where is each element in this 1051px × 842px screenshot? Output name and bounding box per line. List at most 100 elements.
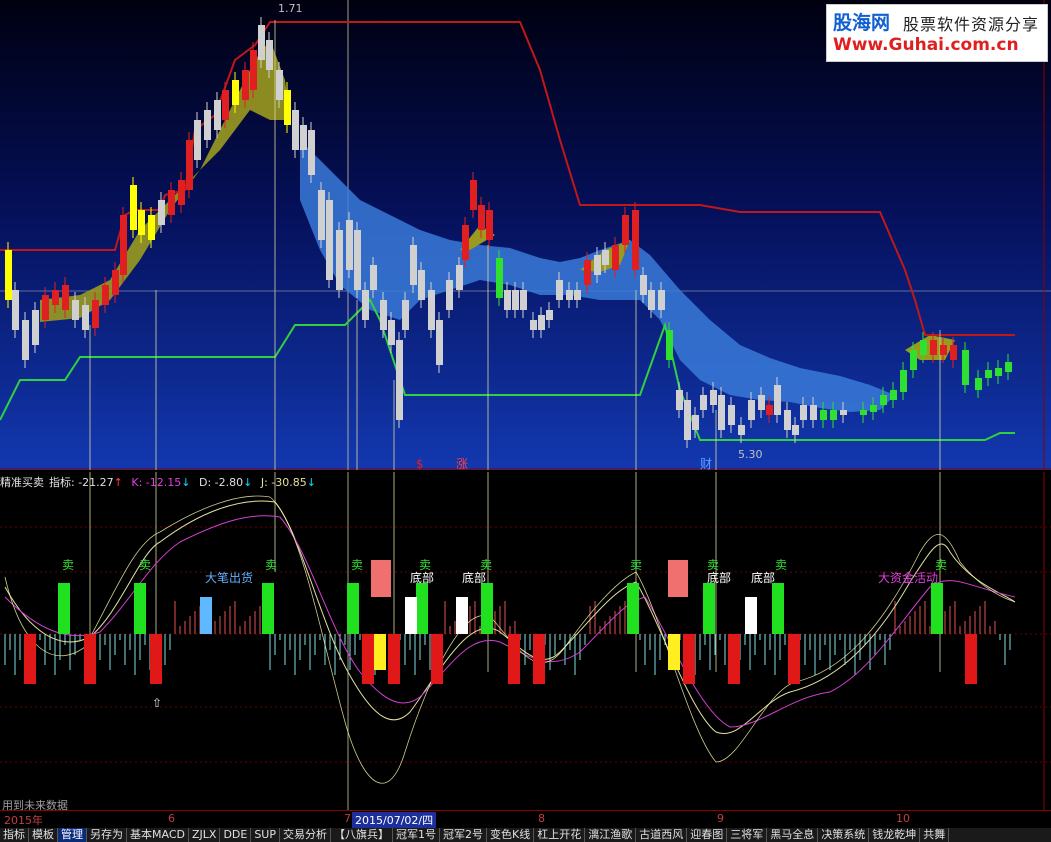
indicator-j: J: -30.85 — [260, 476, 307, 489]
big-selloff-label: 大笔出货 — [205, 570, 253, 585]
candle — [362, 290, 369, 320]
candle — [120, 215, 127, 275]
tab-16[interactable]: 迎春图 — [687, 828, 728, 842]
tab-7[interactable]: SUP — [251, 828, 280, 842]
signal-block — [262, 583, 274, 634]
tab-10[interactable]: 冠军1号 — [393, 828, 440, 842]
candle — [82, 305, 89, 330]
tab-8[interactable]: 交易分析 — [280, 828, 331, 842]
tab-12[interactable]: 变色K线 — [487, 828, 535, 842]
year-label: 2015年 — [4, 814, 43, 827]
sell-label-10: 卖 — [935, 558, 947, 572]
candle — [292, 110, 299, 150]
month-8: 8 — [538, 812, 545, 825]
tab-19[interactable]: 决策系统 — [818, 828, 870, 842]
candle — [556, 280, 563, 300]
tab-21[interactable]: 共舞 — [920, 828, 950, 842]
tab-3[interactable]: 另存为 — [87, 828, 127, 842]
indicator-header: 精准买卖 指标: -21.27↑ K: -12.15↓ D: -2.80↓ J: … — [0, 474, 321, 489]
candle — [718, 395, 725, 430]
candle — [840, 410, 847, 415]
candle — [396, 340, 403, 420]
tab-14[interactable]: 漓江渔歌 — [585, 828, 637, 842]
bottom-label-2: 底部 — [462, 570, 486, 585]
candle — [910, 350, 917, 370]
candle — [602, 250, 609, 265]
candle — [692, 415, 699, 430]
signal-block — [347, 583, 359, 634]
signal-block — [362, 634, 374, 684]
sell-label-1: 卖 — [62, 558, 74, 572]
candle — [92, 300, 99, 328]
signal-block — [728, 634, 740, 684]
candle — [774, 385, 781, 415]
candle — [676, 390, 683, 410]
bottom-label-4: 底部 — [751, 570, 775, 585]
signal-block — [481, 583, 493, 634]
cursor-date: 2015/07/02/四 — [352, 812, 437, 828]
candle — [504, 290, 511, 310]
signal-block — [371, 560, 391, 597]
candle — [640, 275, 647, 295]
candle — [574, 290, 581, 300]
sell-label-6: 卖 — [480, 558, 492, 572]
candle — [204, 110, 211, 140]
price-chart[interactable]: 1.71 5.30 $ 涨 财 — [0, 0, 1051, 470]
tab-20[interactable]: 钱龙乾坤 — [869, 828, 921, 842]
indicator-d: D: -2.80 — [199, 476, 244, 489]
signal-block — [931, 583, 943, 634]
month-10: 10 — [896, 812, 910, 825]
candle — [1005, 362, 1012, 372]
candle — [820, 410, 827, 420]
signal-block — [374, 634, 386, 670]
tab-5[interactable]: ZJLX — [189, 828, 221, 842]
tab-0[interactable]: 指标 — [0, 828, 29, 842]
candle — [410, 245, 417, 285]
candle — [478, 205, 485, 230]
down-arrow-icon: ↓ — [306, 476, 316, 489]
low-label: 5.30 — [738, 448, 763, 461]
candle — [748, 400, 755, 420]
up-arrow-icon: ⇧ — [152, 696, 162, 710]
month-7: 7 — [344, 812, 351, 825]
candle — [880, 395, 887, 405]
signal-block — [683, 634, 695, 684]
tab-15[interactable]: 古道西风 — [636, 828, 688, 842]
candle — [158, 200, 165, 225]
tab-11[interactable]: 冠军2号 — [440, 828, 487, 842]
signal-block — [58, 583, 70, 634]
tab-6[interactable]: DDE — [220, 828, 252, 842]
marker-zhang: 涨 — [456, 456, 468, 470]
candle — [496, 258, 503, 298]
candle — [222, 90, 229, 120]
tab-2[interactable]: 管理 — [58, 828, 87, 842]
candle — [194, 120, 201, 160]
candle — [42, 295, 49, 320]
candle — [738, 425, 745, 435]
tab-13[interactable]: 杠上开花 — [534, 828, 586, 842]
tab-4[interactable]: 基本MACD — [127, 828, 189, 842]
candle — [470, 180, 477, 210]
candle — [612, 245, 619, 270]
tab-17[interactable]: 三将军 — [727, 828, 768, 842]
candle — [860, 410, 867, 415]
sell-label-4: 卖 — [351, 558, 363, 572]
candle — [168, 190, 175, 215]
tab-1[interactable]: 模板 — [29, 828, 58, 842]
candle — [566, 290, 573, 300]
candle — [276, 70, 283, 100]
signal-block — [456, 597, 468, 634]
tab-18[interactable]: 黑马全息 — [767, 828, 819, 842]
signal-block — [134, 583, 146, 634]
candle — [370, 265, 377, 290]
candle — [232, 80, 239, 105]
candle — [418, 270, 425, 300]
candle — [258, 25, 265, 60]
indicator-panel[interactable]: 卖 卖 卖 卖 卖 卖 卖 卖 卖 卖 底部 底部 底部 底部 大笔出货 大资金… — [0, 472, 1051, 810]
down-arrow-icon: ↓ — [243, 476, 253, 489]
indicator-name: 精准买卖 — [0, 476, 44, 489]
candle — [462, 225, 469, 260]
candle — [266, 40, 273, 70]
candle — [346, 220, 353, 270]
tab-9[interactable]: 【八旗兵】 — [331, 828, 393, 842]
